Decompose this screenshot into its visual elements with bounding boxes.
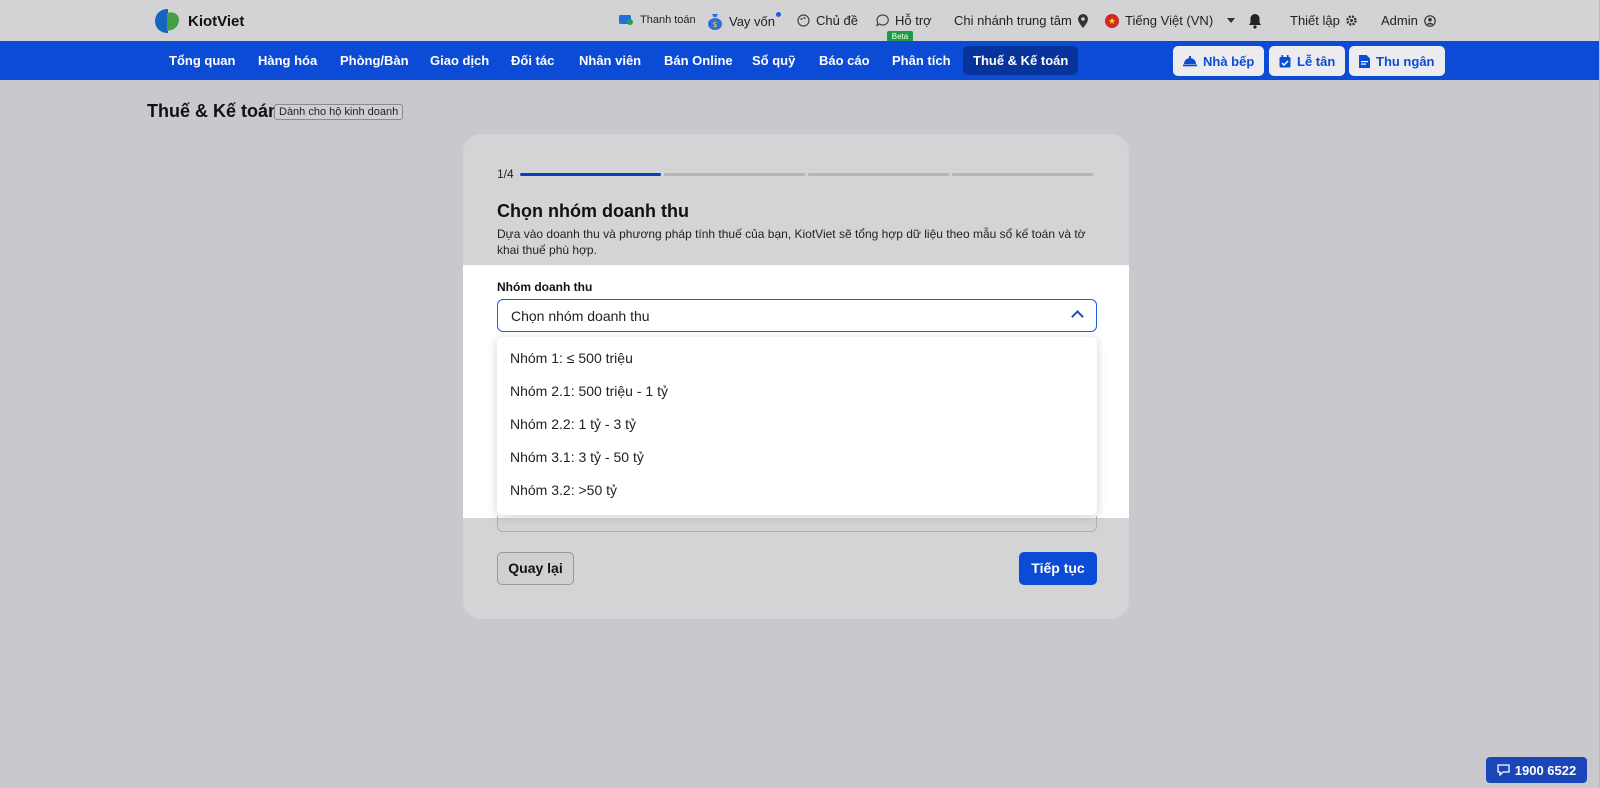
nav-bao-cao[interactable]: Báo cáo xyxy=(819,41,870,80)
language-selector[interactable]: ★ Tiếng Việt (VN) xyxy=(1105,13,1236,28)
cashier-button[interactable]: Thu ngân xyxy=(1349,46,1445,76)
chat-icon xyxy=(1497,764,1510,776)
kitchen-label: Nhà bếp xyxy=(1203,53,1255,69)
nav-thue-ke-toan[interactable]: Thuế & Kế toán xyxy=(963,46,1079,75)
notification-dot xyxy=(776,12,782,17)
caret-down-icon xyxy=(1227,18,1236,23)
nav-phong-ban[interactable]: Phòng/Bàn xyxy=(340,41,409,80)
svg-text:$: $ xyxy=(712,20,717,29)
nav-phan-tich[interactable]: Phân tích xyxy=(892,41,951,80)
nav-tong-quan[interactable]: Tổng quan xyxy=(169,41,235,80)
chevron-up-icon xyxy=(1071,310,1084,323)
progress-segment-3 xyxy=(808,173,949,176)
nav-hang-hoa[interactable]: Hàng hóa xyxy=(258,41,317,80)
branch-selector[interactable]: Chi nhánh trung tâm xyxy=(954,13,1088,28)
brand-name: KiotViet xyxy=(188,12,245,30)
money-bag-icon: $ xyxy=(708,14,722,30)
secondary-field[interactable] xyxy=(497,516,1097,532)
support-label: Hỗ trợ xyxy=(895,13,932,28)
language-label: Tiếng Việt (VN) xyxy=(1125,13,1214,28)
nav-giao-dich[interactable]: Giao dịch xyxy=(430,41,489,80)
settings-label: Thiết lập xyxy=(1290,13,1340,28)
nav-nhan-vien[interactable]: Nhân viên xyxy=(579,41,641,80)
palette-icon xyxy=(797,14,810,27)
cloche-icon xyxy=(1183,55,1197,66)
loan-link[interactable]: $ Vay vốn xyxy=(707,12,782,30)
nav-doi-tac[interactable]: Đối tác xyxy=(511,41,554,80)
option-group-3-1[interactable]: Nhóm 3.1: 3 tỷ - 50 tỷ xyxy=(510,449,644,465)
reception-button[interactable]: Lễ tân xyxy=(1269,46,1346,76)
logo[interactable]: KiotViet xyxy=(155,8,244,34)
hotline-number: 1900 6522 xyxy=(1514,762,1577,778)
user-label: Admin xyxy=(1381,13,1418,28)
payment-label: Thanh toán xyxy=(640,13,696,26)
calendar-check-icon xyxy=(1279,54,1291,67)
payment-link[interactable]: Thanh toán xyxy=(619,13,696,26)
settings-link[interactable]: Thiết lập xyxy=(1290,13,1357,28)
revenue-group-label: Nhóm doanh thu xyxy=(497,280,593,294)
option-group-2-1[interactable]: Nhóm 2.1: 500 triệu - 1 tỷ xyxy=(510,383,668,399)
payment-icon xyxy=(619,15,633,25)
hotline-button[interactable]: 1900 6522 xyxy=(1486,757,1587,783)
nav-ban-online[interactable]: Bán Online xyxy=(664,41,733,80)
main-nav: Tổng quan Hàng hóa Phòng/Bàn Giao dịch Đ… xyxy=(0,41,1600,80)
kiotviet-logo-icon xyxy=(155,8,181,34)
loan-label: Vay vốn xyxy=(729,14,776,29)
continue-button[interactable]: Tiếp tục xyxy=(1019,552,1097,585)
progress-segment-4 xyxy=(952,173,1093,176)
option-group-2-2[interactable]: Nhóm 2.2: 1 tỷ - 3 tỷ xyxy=(510,416,636,432)
nav-so-quy[interactable]: Sổ quỹ xyxy=(752,41,795,80)
wizard-description: Dựa vào doanh thu và phương pháp tính th… xyxy=(497,227,1086,257)
kitchen-button[interactable]: Nhà bếp xyxy=(1173,46,1265,76)
option-group-1[interactable]: Nhóm 1: ≤ 500 triệu xyxy=(510,350,633,366)
progress-segment-2 xyxy=(664,173,805,176)
gear-icon xyxy=(1346,15,1357,26)
invoice-icon xyxy=(1359,54,1370,68)
chat-bubble-icon xyxy=(876,14,889,27)
business-type-badge: Dành cho hộ kinh doanh xyxy=(274,104,404,120)
revenue-group-select[interactable]: Chọn nhóm doanh thu xyxy=(497,299,1097,332)
support-link[interactable]: Hỗ trợ xyxy=(876,13,932,28)
loan-label-wrap: Vay vốn xyxy=(729,12,782,29)
page-title: Thuế & Kế toán xyxy=(147,101,280,121)
step-indicator: 1/4 xyxy=(497,167,514,181)
user-avatar-icon xyxy=(1424,14,1436,27)
theme-link[interactable]: Chủ đề xyxy=(797,13,858,28)
notification-button[interactable] xyxy=(1248,13,1262,29)
select-placeholder: Chọn nhóm doanh thu xyxy=(511,308,650,324)
vietnam-flag-icon: ★ xyxy=(1105,13,1119,28)
cashier-label: Thu ngân xyxy=(1376,53,1435,69)
bell-icon xyxy=(1249,14,1261,29)
revenue-group-dropdown: Nhóm 1: ≤ 500 triệu Nhóm 2.1: 500 triệu … xyxy=(497,337,1097,515)
theme-label: Chủ đề xyxy=(816,13,858,28)
user-menu[interactable]: Admin xyxy=(1381,13,1436,28)
wizard-title: Chọn nhóm doanh thu xyxy=(497,201,689,221)
branch-label: Chi nhánh trung tâm xyxy=(954,13,1072,28)
location-pin-icon xyxy=(1077,13,1088,28)
progress-segment-1 xyxy=(520,173,661,176)
reception-label: Lễ tân xyxy=(1297,53,1336,69)
top-bar: KiotViet Thanh toán $ Vay vốn Chủ đề Hỗ … xyxy=(0,0,1600,42)
option-group-3-2[interactable]: Nhóm 3.2: >50 tỷ xyxy=(510,482,617,498)
back-button[interactable]: Quay lại xyxy=(497,552,574,585)
